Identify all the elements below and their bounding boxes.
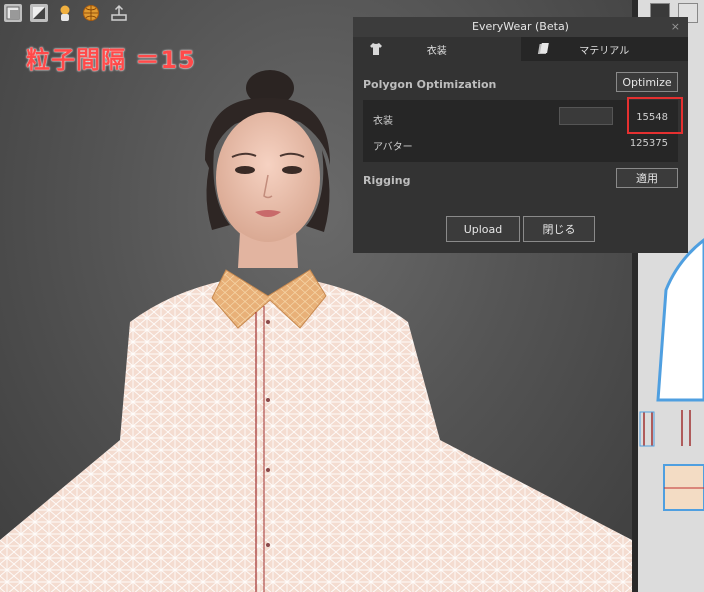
fabric-swatch-icon <box>537 43 549 54</box>
garment-label: 衣装 <box>373 116 393 127</box>
tab-garment-label: 衣装 <box>426 45 447 57</box>
tab-garment[interactable]: 衣装 <box>353 37 521 61</box>
globe-icon[interactable] <box>82 4 100 22</box>
texture-icon[interactable] <box>30 4 48 22</box>
tshirt-icon <box>370 43 382 55</box>
tab-material[interactable]: マテリアル <box>520 37 688 61</box>
avatar-icon[interactable] <box>56 4 74 22</box>
rigging-heading: Rigging <box>363 174 411 187</box>
tab-material-label: マテリアル <box>579 45 630 57</box>
upload-button[interactable]: Upload <box>446 216 520 242</box>
close-icon[interactable]: × <box>671 17 680 37</box>
avatar-label: アバター <box>373 142 413 153</box>
everywear-panel: EveryWear (Beta) × 衣装 マテリアル Polygon Opti… <box>353 17 688 253</box>
panel-title-bar[interactable]: EveryWear (Beta) × <box>353 17 688 37</box>
apply-rigging-button[interactable]: 適用 <box>616 168 678 188</box>
panel-title: EveryWear (Beta) <box>472 20 569 33</box>
highlight-box <box>627 97 683 134</box>
garment-target-input[interactable] <box>559 107 613 125</box>
polygon-optimization-heading: Polygon Optimization <box>363 78 497 91</box>
panel-tabs: 衣装 マテリアル <box>353 37 688 61</box>
fabric-icon[interactable] <box>4 4 22 22</box>
close-button[interactable]: 閉じる <box>523 216 595 242</box>
export-icon[interactable] <box>110 4 128 22</box>
avatar-polygon-count: 125375 <box>629 138 668 149</box>
optimize-button[interactable]: Optimize <box>616 72 678 92</box>
